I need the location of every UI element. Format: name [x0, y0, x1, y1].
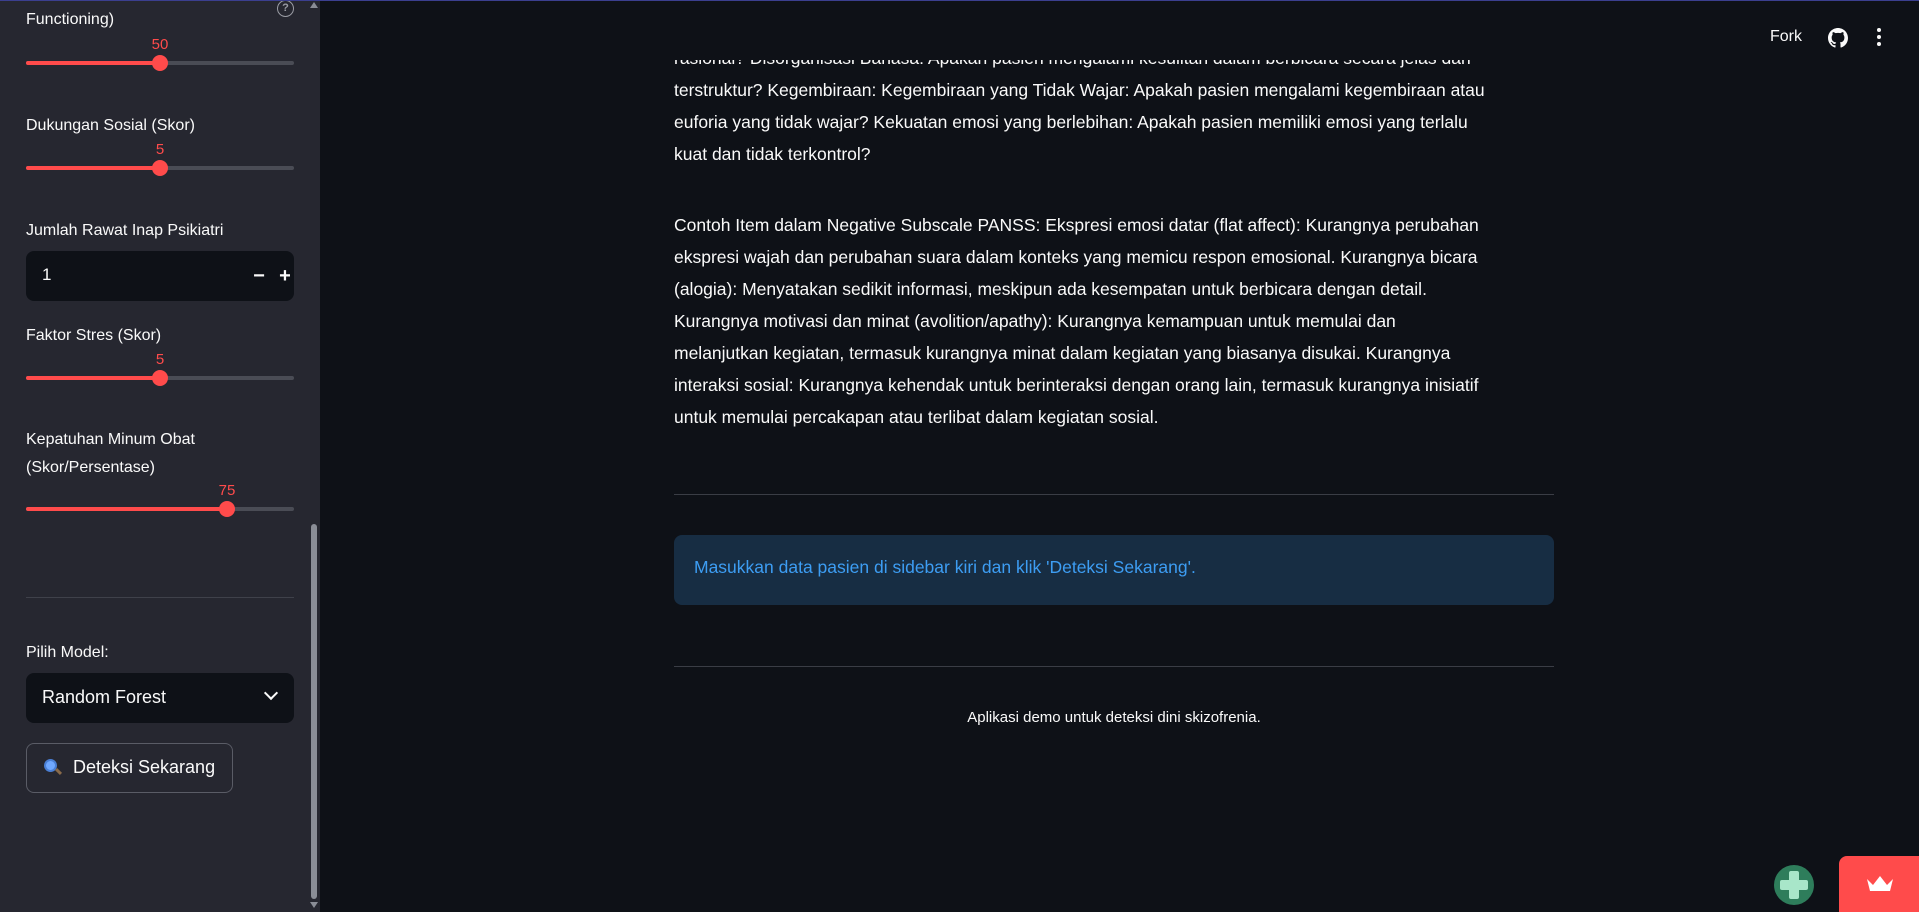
- sidebar-divider: [26, 597, 294, 598]
- rawat-inap-stepper[interactable]: 1 − +: [26, 251, 294, 301]
- paragraph-line: Kurangnya motivasi dan minat (avolition/…: [674, 311, 1396, 331]
- detect-button-label: Deteksi Sekarang: [73, 757, 216, 777]
- horizontal-divider: [674, 494, 1554, 495]
- paragraph-line: rasional? Disorganisasi Bahasa: Apakah p…: [674, 60, 1554, 74]
- slider-fill: [26, 376, 160, 380]
- paragraph-line: interaksi sosial: Kurangnya kehendak unt…: [674, 375, 1479, 395]
- slider-thumb[interactable]: [152, 370, 168, 386]
- paragraph-line: (alogia): Menyatakan sedikit informasi, …: [674, 279, 1427, 299]
- crown-icon: [1867, 876, 1893, 891]
- kebab-menu-icon[interactable]: [1876, 28, 1882, 48]
- info-alert-text: Masukkan data pasien di sidebar kiri dan…: [694, 557, 1196, 577]
- info-alert: Masukkan data pasien di sidebar kiri dan…: [674, 535, 1554, 605]
- paragraph-line: melanjutkan kegiatan, termasuk kurangnya…: [674, 343, 1451, 363]
- slider-value: 50: [151, 36, 169, 53]
- negative-subscale-paragraph: Contoh Item dalam Negative Subscale PANS…: [674, 209, 1554, 433]
- slider-value: 5: [155, 351, 165, 368]
- stres-label: Faktor Stres (Skor): [26, 327, 162, 344]
- rawat-inap-value[interactable]: 1: [42, 265, 51, 285]
- paragraph-line: ekspresi wajah dan perubahan suara dalam…: [674, 247, 1478, 267]
- detect-button[interactable]: Deteksi Sekarang: [26, 743, 233, 793]
- increment-button[interactable]: +: [270, 261, 300, 291]
- gaf-label-partial: Functioning): [26, 11, 115, 28]
- paragraph-line: Contoh Item dalam Negative Subscale PANS…: [674, 215, 1479, 235]
- slider-thumb[interactable]: [152, 160, 168, 176]
- slider-value: 5: [155, 141, 165, 158]
- slider-fill: [26, 61, 160, 65]
- slider-value: 75: [218, 482, 236, 499]
- magnifier-icon: [44, 759, 63, 776]
- slider-thumb[interactable]: [219, 501, 235, 517]
- chevron-down-icon: [263, 685, 279, 701]
- slider-kepatuhan[interactable]: 75: [26, 482, 294, 522]
- slider-stres[interactable]: 5: [26, 351, 294, 391]
- scrollbar-thumb[interactable]: [311, 524, 317, 899]
- paragraph-line: kuat dan tidak terkontrol?: [674, 144, 871, 164]
- slider-gaf[interactable]: 50: [26, 36, 294, 76]
- kepatuhan-label-line1: Kepatuhan Minum Obat: [26, 431, 195, 448]
- paragraph-line: terstruktur? Kegembiraan: Kegembiraan ya…: [674, 80, 1485, 100]
- paragraph-line: euforia yang tidak wajar? Kekuatan emosi…: [674, 112, 1468, 132]
- horizontal-divider: [674, 666, 1554, 667]
- github-icon[interactable]: [1828, 28, 1848, 48]
- scroll-down-arrow-icon[interactable]: [310, 902, 318, 908]
- streamlit-crown-badge[interactable]: [1839, 856, 1919, 912]
- kepatuhan-label-line2: (Skor/Persentase): [26, 459, 155, 476]
- slider-fill: [26, 507, 227, 511]
- sidebar: Functioning) ? 50 Dukungan Sosial (Skor)…: [0, 0, 320, 912]
- fork-link[interactable]: Fork: [1770, 28, 1802, 46]
- footer-caption: Aplikasi demo untuk deteksi dini skizofr…: [967, 709, 1261, 726]
- dukungan-label: Dukungan Sosial (Skor): [26, 117, 195, 134]
- slider-fill: [26, 166, 160, 170]
- model-selected-value: Random Forest: [42, 687, 167, 707]
- streamlit-status-badge-icon[interactable]: [1774, 865, 1814, 905]
- model-label: Pilih Model:: [26, 644, 109, 661]
- scroll-up-arrow-icon[interactable]: [310, 2, 318, 8]
- slider-thumb[interactable]: [152, 55, 168, 71]
- rawat-inap-label: Jumlah Rawat Inap Psikiatri: [26, 222, 224, 239]
- top-accent-line: [0, 0, 1919, 1]
- positive-subscale-paragraph: rasional? Disorganisasi Bahasa: Apakah p…: [674, 60, 1554, 190]
- sidebar-scrollbar[interactable]: [308, 0, 320, 912]
- paragraph-line: untuk memulai percakapan atau terlibat d…: [674, 407, 1159, 427]
- model-select[interactable]: Random Forest: [26, 673, 294, 723]
- slider-dukungan[interactable]: 5: [26, 141, 294, 181]
- help-icon[interactable]: ?: [277, 0, 294, 17]
